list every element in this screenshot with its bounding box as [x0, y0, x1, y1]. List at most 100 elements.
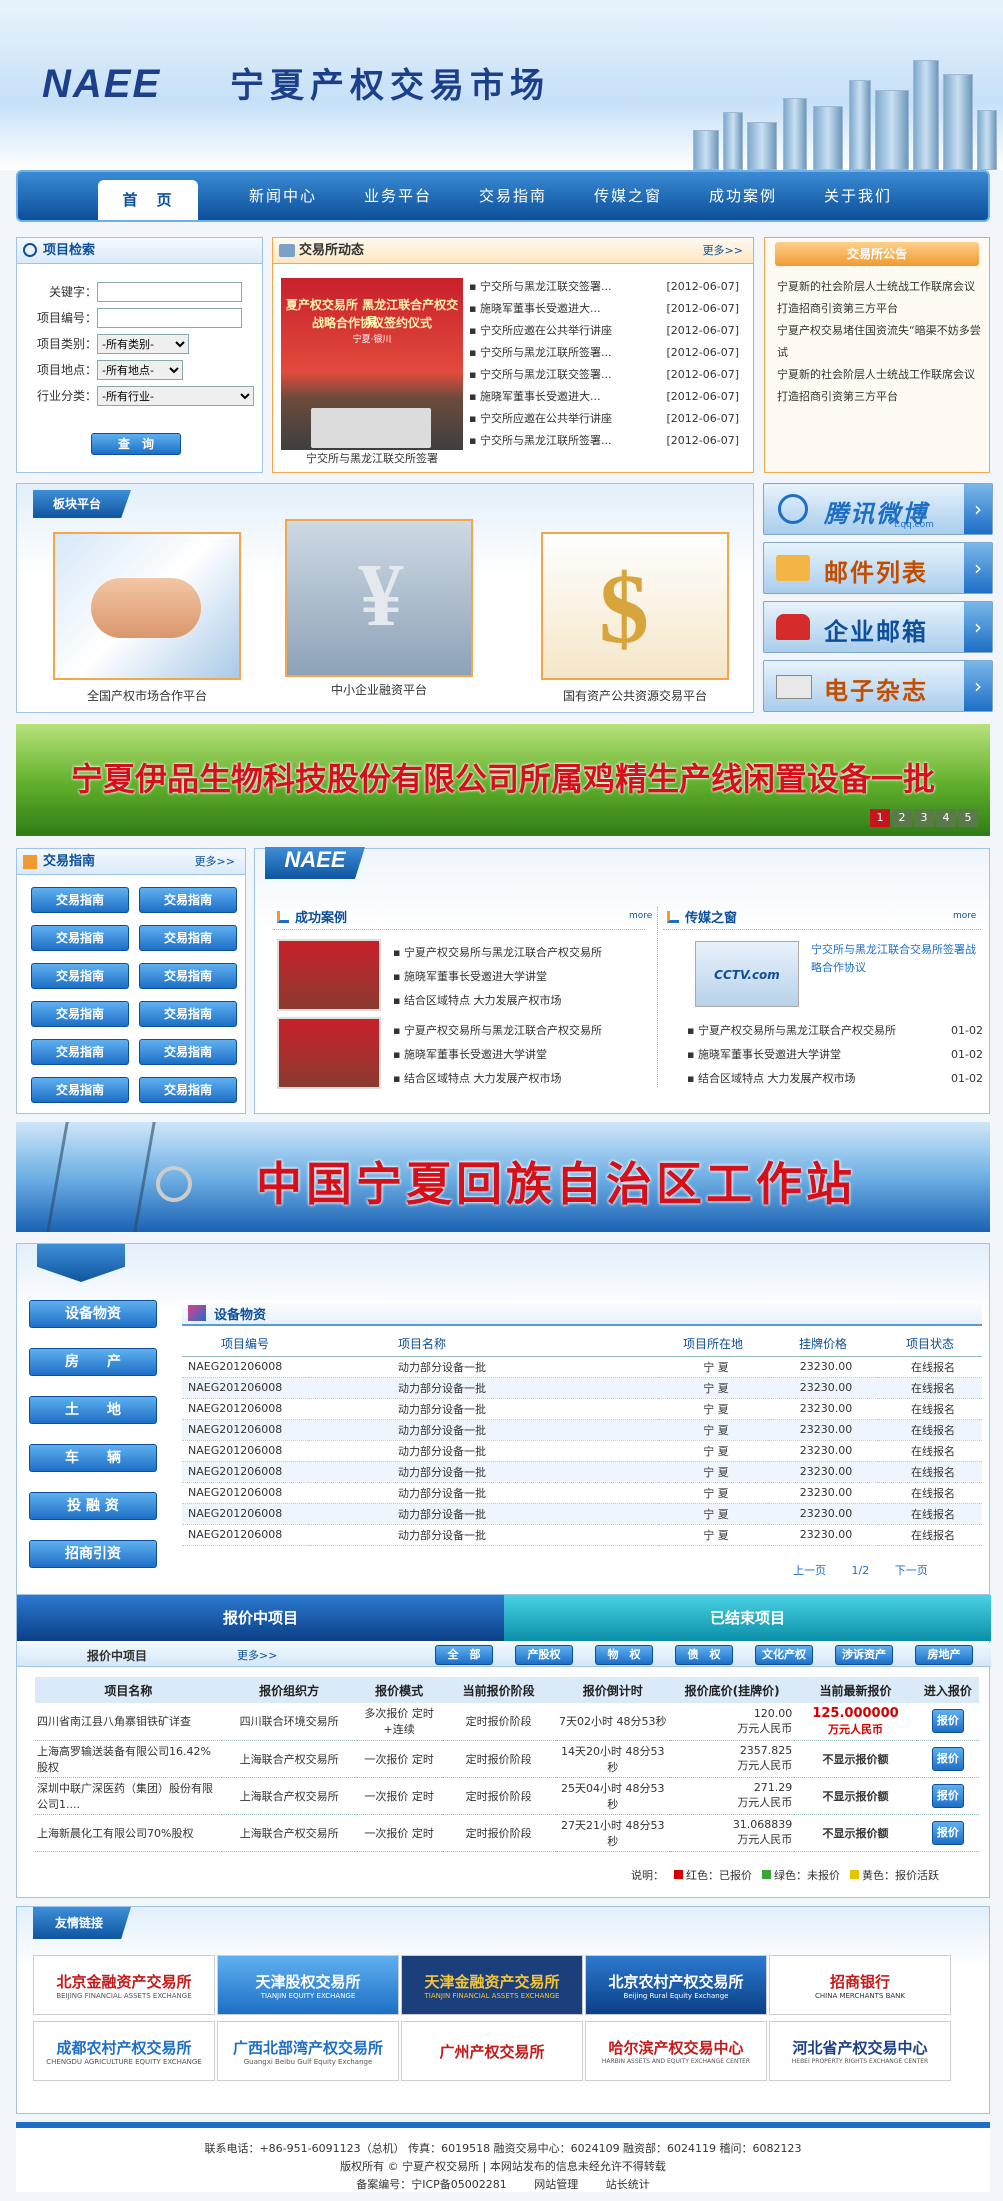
- prev-page-link[interactable]: 上一页: [793, 1564, 826, 1577]
- table-row[interactable]: NAEG201206008 动力部分设备一批宁 夏 23230.00 在线报名: [182, 1377, 982, 1399]
- platform-card-sme[interactable]: ¥: [285, 519, 473, 677]
- table-row[interactable]: 上海新晨化工有限公司70%股权 上海联合产权交易所 一次报价 定时 定时报价阶段 27天…: [35, 1814, 979, 1852]
- nav-media[interactable]: 传媒之窗: [578, 172, 678, 220]
- category-select[interactable]: -所有类别-: [97, 334, 189, 354]
- table-row[interactable]: NAEG201206008 动力部分设备一批宁 夏 23230.00 在线报名: [182, 1461, 982, 1483]
- category-button[interactable]: 招商引资: [29, 1540, 157, 1568]
- next-page-link[interactable]: 下一页: [895, 1564, 928, 1577]
- nav-home[interactable]: 首 页: [98, 180, 198, 220]
- list-item[interactable]: ▪ 施晓军董事长受邀进大... [2012-06-07]: [469, 298, 749, 320]
- table-row[interactable]: 深圳中联广深医药（集团）股份有限公司1.... 上海联合产权交易所 一次报价 定时定…: [35, 1777, 979, 1815]
- enterprise-mailbox-button[interactable]: 企业邮箱 ›: [763, 601, 993, 653]
- media-feature-link[interactable]: 宁交所与黑龙江联合交易所签署战略合作协议: [811, 941, 983, 977]
- link-harbin[interactable]: 哈尔滨产权交易中心 HARBIN ASSETS AND EQUITY EXCHAN…: [585, 2021, 767, 2081]
- category-button[interactable]: 土 地: [29, 1396, 157, 1424]
- filter-button[interactable]: 文化产权: [755, 1645, 813, 1665]
- guide-button[interactable]: 交易指南: [31, 1001, 129, 1027]
- link-bfae[interactable]: 北京金融资产交易所 BEIJING FINANCIAL ASSETS EXCHAN…: [33, 1955, 215, 2015]
- nav-about[interactable]: 关于我们: [808, 172, 908, 220]
- quote-button[interactable]: 报价: [931, 1820, 964, 1845]
- list-item[interactable]: 宁夏新的社会阶层人士统战工作联席会议: [777, 276, 982, 298]
- banner-page-button[interactable]: 3: [914, 809, 934, 827]
- case-thumb[interactable]: [277, 939, 381, 1011]
- link-tjs[interactable]: 天津股权交易所 TIANJIN EQUITY EXCHANGE: [217, 1955, 399, 2015]
- guide-button[interactable]: 交易指南: [139, 1077, 237, 1103]
- quote-more-link[interactable]: 更多>>: [237, 1647, 277, 1663]
- footer-admin-link[interactable]: 网站管理: [534, 2178, 578, 2191]
- nav-business[interactable]: 业务平台: [348, 172, 448, 220]
- link-hebei[interactable]: 河北省产权交易中心 HEBEI PROPERTY RIGHTS EXCHANGE …: [769, 2021, 951, 2081]
- guide-button[interactable]: 交易指南: [31, 1077, 129, 1103]
- tab-quoting[interactable]: 报价中项目: [17, 1595, 504, 1641]
- media-more-link[interactable]: more: [953, 911, 976, 921]
- case-thumb[interactable]: [277, 1017, 381, 1089]
- filter-button[interactable]: 房地产: [915, 1645, 973, 1665]
- platform-card-state-assets[interactable]: $: [541, 532, 729, 680]
- table-row[interactable]: NAEG201206008 动力部分设备一批宁 夏 23230.00 在线报名: [182, 1482, 982, 1504]
- filter-button[interactable]: 涉诉资产: [835, 1645, 893, 1665]
- guide-button[interactable]: 交易指南: [31, 887, 129, 913]
- search-button[interactable]: 查 询: [91, 433, 181, 455]
- list-item[interactable]: 宁夏产权交易堵住国资流失“暗渠不妨多尝试: [777, 320, 982, 364]
- table-row[interactable]: 四川省南江县八角寨钼铁矿详查 四川联合环境交易所 多次报价 定时+连续 定时报价阶段 7…: [35, 1703, 979, 1741]
- table-row[interactable]: NAEG201206008 动力部分设备一批宁 夏 23230.00 在线报名: [182, 1419, 982, 1441]
- list-item[interactable]: ▪ 宁交所与黑龙江联所签署... [2012-06-07]: [469, 430, 749, 452]
- table-row[interactable]: 上海高罗输送装备有限公司16.42%股权 上海联合产权交易所 一次报价 定时 定时报价…: [35, 1740, 979, 1778]
- site-logo[interactable]: NAEE: [42, 62, 161, 107]
- quote-button[interactable]: 报价: [931, 1783, 964, 1808]
- industry-select[interactable]: -所有行业-: [97, 386, 254, 406]
- guide-button[interactable]: 交易指南: [31, 1039, 129, 1065]
- list-item[interactable]: ▪ 宁夏产权交易所与黑龙江联合产权交易所: [393, 1019, 643, 1043]
- link-cmb[interactable]: 招商银行 CHINA MERCHANTS BANK: [769, 1955, 951, 2015]
- success-more-link[interactable]: more: [629, 911, 652, 921]
- nav-guide[interactable]: 交易指南: [463, 172, 563, 220]
- link-guangzhou[interactable]: 广州产权交易所: [401, 2021, 583, 2081]
- location-select[interactable]: -所有地点-: [97, 360, 183, 380]
- filter-button[interactable]: 全 部: [435, 1645, 493, 1665]
- media-thumb[interactable]: CCTV.com: [695, 941, 799, 1007]
- nav-cases[interactable]: 成功案例: [693, 172, 793, 220]
- quote-button[interactable]: 报价: [931, 1709, 964, 1734]
- banner-page-button[interactable]: 4: [936, 809, 956, 827]
- guide-button[interactable]: 交易指南: [139, 1039, 237, 1065]
- list-item[interactable]: ▪ 宁夏产权交易所与黑龙江联合产权交易所 01-02: [687, 1019, 983, 1043]
- guide-button[interactable]: 交易指南: [139, 1001, 237, 1027]
- table-row[interactable]: NAEG201206008 动力部分设备一批宁 夏 23230.00 在线报名: [182, 1356, 982, 1378]
- category-button[interactable]: 设备物资: [29, 1300, 157, 1328]
- list-item[interactable]: ▪ 宁交所与黑龙江联交签署... [2012-06-07]: [469, 276, 749, 298]
- filter-button[interactable]: 产股权: [515, 1645, 573, 1665]
- guide-button[interactable]: 交易指南: [31, 925, 129, 951]
- list-item[interactable]: ▪ 施晓军董事长受邀进大学讲堂 01-02: [687, 1043, 983, 1067]
- banner-page-button[interactable]: 1: [870, 809, 890, 827]
- featured-banner[interactable]: 宁夏伊品生物科技股份有限公司所属鸡精生产线闲置设备一批 1 2 3 4 5: [16, 724, 990, 836]
- link-guangxi[interactable]: 广西北部湾产权交易所 Guangxi Beibu Gulf Equity Exch…: [217, 2021, 399, 2081]
- list-item[interactable]: 打造招商引资第三方平台: [777, 386, 982, 408]
- platform-card-national[interactable]: [53, 532, 241, 680]
- list-item[interactable]: ▪ 施晓军董事长受邀进大学讲堂: [393, 965, 643, 989]
- list-item[interactable]: ▪ 施晓军董事长受邀进大学讲堂: [393, 1043, 643, 1067]
- guide-button[interactable]: 交易指南: [139, 887, 237, 913]
- table-row[interactable]: NAEG201206008 动力部分设备一批宁 夏 23230.00 在线报名: [182, 1524, 982, 1546]
- category-button[interactable]: 房 产: [29, 1348, 157, 1376]
- list-item[interactable]: ▪ 宁交所应邀在公共举行讲座 [2012-06-07]: [469, 320, 749, 342]
- category-button[interactable]: 投 融 资: [29, 1492, 157, 1520]
- quote-button[interactable]: 报价: [931, 1746, 964, 1771]
- banner-page-button[interactable]: 5: [958, 809, 978, 827]
- footer-stats-link[interactable]: 站长统计: [606, 2178, 650, 2191]
- link-brex[interactable]: 北京农村产权交易所 Beijing Rural Equity Exchange: [585, 1955, 767, 2015]
- mail-list-button[interactable]: 邮件列表 ›: [763, 542, 993, 594]
- filter-button[interactable]: 债 权: [675, 1645, 733, 1665]
- station-banner[interactable]: 中国宁夏回族自治区工作站: [16, 1122, 990, 1232]
- table-row[interactable]: NAEG201206008 动力部分设备一批宁 夏 23230.00 在线报名: [182, 1503, 982, 1525]
- list-item[interactable]: ▪ 结合区域特点 大力发展产权市场 01-02: [687, 1067, 983, 1091]
- e-magazine-button[interactable]: 电子杂志 ›: [763, 660, 993, 712]
- list-item[interactable]: ▪ 施晓军董事长受邀进大... [2012-06-07]: [469, 386, 749, 408]
- guide-more-link[interactable]: 更多>>: [195, 849, 235, 875]
- tab-finished[interactable]: 已结束项目: [504, 1595, 991, 1641]
- tencent-weibo-button[interactable]: 腾讯微博 t.qq.com ›: [763, 483, 993, 535]
- table-row[interactable]: NAEG201206008 动力部分设备一批宁 夏 23230.00 在线报名: [182, 1440, 982, 1462]
- table-row[interactable]: NAEG201206008 动力部分设备一批宁 夏 23230.00 在线报名: [182, 1398, 982, 1420]
- list-item[interactable]: ▪ 结合区域特点 大力发展产权市场: [393, 1067, 643, 1091]
- nav-news[interactable]: 新闻中心: [233, 172, 333, 220]
- list-item[interactable]: 打造招商引资第三方平台: [777, 298, 982, 320]
